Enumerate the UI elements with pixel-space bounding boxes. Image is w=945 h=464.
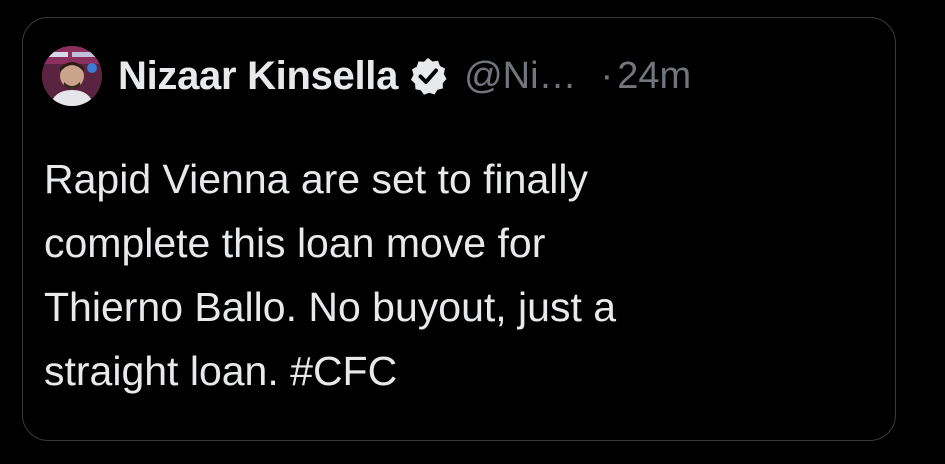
avatar-image [42,46,102,106]
tweet-text-line: Thierno Ballo. No buyout, just a [44,284,617,330]
tweet-timestamp[interactable]: 24m [617,55,691,98]
author-display-name[interactable]: Nizaar Kinsella [118,54,398,99]
author-handle[interactable]: @Ni… [464,55,576,98]
avatar[interactable] [42,46,102,106]
verified-badge-icon [411,58,447,95]
tweet-text-line: complete this loan move for [44,220,546,266]
tweet-text: Rapid Vienna are set to finally complete … [44,147,844,403]
separator-dot: · [600,54,614,97]
tweet-header: Nizaar Kinsella @Ni… · 24m [42,44,691,108]
tweet-text-line: Rapid Vienna are set to finally [44,156,588,202]
tweet-text-line: straight loan. #CFC [44,348,398,394]
